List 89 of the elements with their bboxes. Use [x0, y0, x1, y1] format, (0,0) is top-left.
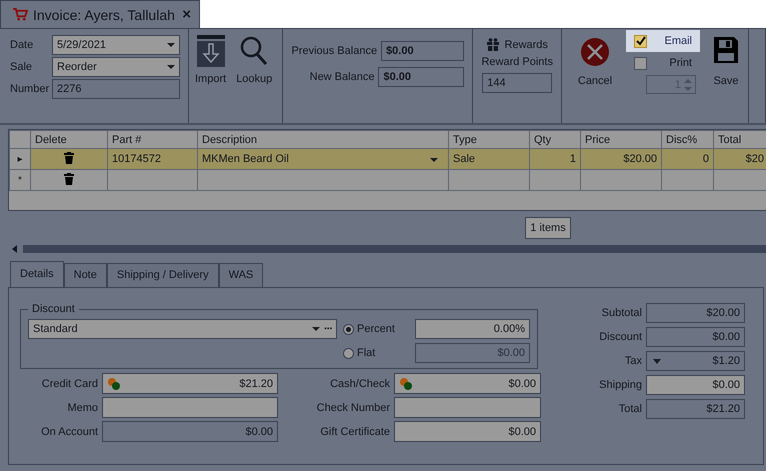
radio-button[interactable]: Percent: [343, 323, 409, 335]
dropdown-field[interactable]: 5/29/2021: [52, 35, 180, 55]
total-label: Tax: [624, 355, 642, 367]
item-count-button[interactable]: 1 items: [525, 216, 571, 238]
output-option[interactable]: Print: [626, 52, 700, 74]
input-field[interactable]: $0.00: [394, 421, 541, 442]
caret-icon: [430, 158, 438, 162]
input-field[interactable]: 2276: [52, 79, 180, 99]
rewards-label: Rewards: [504, 38, 548, 50]
column-header[interactable]: Part #: [108, 130, 198, 148]
reward-points-label: Reward Points: [481, 56, 553, 68]
field-label: Sale: [10, 61, 34, 73]
tab[interactable]: Note: [64, 263, 107, 287]
document-tab[interactable]: Invoice: Ayers, Tallulah ×: [0, 0, 200, 28]
total-label: Subtotal: [600, 307, 642, 319]
discount-dropdown[interactable]: Standard ···: [28, 319, 337, 339]
description-dropdown[interactable]: MKMen Beard Oil: [198, 148, 448, 170]
input-field[interactable]: $21.20: [102, 373, 278, 394]
close-button[interactable]: ×: [182, 6, 191, 23]
field-label: Memo: [66, 402, 98, 414]
table-cell: $20.00: [580, 148, 662, 170]
delete-cell[interactable]: [30, 170, 108, 190]
column-header[interactable]: Type: [448, 130, 530, 148]
total-label: Shipping: [598, 379, 642, 391]
field-label: Gift Certificate: [319, 426, 390, 438]
import-icon: [196, 35, 225, 67]
field-label: Credit Card: [40, 378, 98, 390]
tab[interactable]: WAS: [218, 263, 264, 287]
total-field: $20.00: [646, 303, 745, 323]
radio-button[interactable]: Flat: [343, 347, 409, 359]
search-icon: [239, 35, 270, 67]
input-field[interactable]: [394, 397, 541, 418]
new-row-indicator: *: [10, 170, 30, 190]
checkbox[interactable]: [634, 56, 647, 70]
total-field[interactable]: $0.00: [646, 375, 745, 395]
table-cell: 0: [662, 148, 714, 170]
table-cell: 1: [530, 148, 580, 170]
tab-title: Invoice: Ayers, Tallulah: [33, 6, 176, 22]
table-cell: 10174572: [108, 148, 198, 170]
table-cell: $20: [714, 148, 766, 170]
input-field[interactable]: [102, 397, 278, 418]
input-field[interactable]: $0.00: [394, 373, 541, 394]
total-field: $0.00: [646, 327, 745, 347]
horizontal-scrollbar[interactable]: [12, 244, 766, 254]
save-icon: [714, 37, 738, 63]
tab[interactable]: Details: [10, 261, 64, 287]
cart-icon: [13, 8, 28, 21]
input-field[interactable]: 0.00%: [415, 319, 530, 339]
field-label: Cash/Check: [329, 378, 390, 390]
field-label: Date: [10, 39, 34, 51]
total-label: Discount: [598, 331, 642, 343]
column-header[interactable]: Description: [198, 130, 448, 148]
input-field[interactable]: $0.00: [102, 421, 278, 442]
checkbox[interactable]: [634, 34, 647, 48]
field-label: Check Number: [316, 402, 390, 414]
field-label: On Account: [40, 426, 98, 438]
coins-icon: [107, 376, 121, 390]
table-cell: Sale: [448, 148, 530, 170]
output-option[interactable]: Email: [626, 30, 700, 52]
total-label: Total: [618, 403, 642, 415]
import-button[interactable]: Import: [195, 35, 226, 117]
reward-points-field: 144: [482, 73, 552, 93]
cancel-button[interactable]: Cancel: [570, 37, 620, 123]
coins-icon: [399, 376, 413, 390]
scroll-left-icon[interactable]: [12, 245, 17, 253]
tab[interactable]: Shipping / Delivery: [106, 263, 219, 287]
dropdown-field[interactable]: Reorder: [52, 57, 180, 77]
trash-icon: [64, 152, 74, 164]
caret-icon[interactable]: [653, 358, 661, 364]
gift-icon: [486, 38, 499, 51]
save-button[interactable]: Save: [704, 37, 748, 123]
caret-icon: [167, 65, 175, 69]
balance-label: New Balance: [310, 71, 374, 83]
field-label: Number: [10, 83, 50, 95]
total-field: $21.20: [646, 399, 745, 419]
caret-icon: [167, 43, 175, 47]
delete-cell[interactable]: [30, 148, 108, 170]
balance-field: $0.00: [381, 41, 464, 61]
total-field: $1.20: [646, 351, 745, 371]
column-header[interactable]: Delete: [30, 130, 108, 148]
group-label: Discount: [31, 303, 76, 315]
cancel-icon: [580, 37, 610, 67]
column-header[interactable]: Price: [580, 130, 662, 148]
balance-field: $0.00: [378, 67, 464, 87]
lookup-button[interactable]: Lookup: [236, 35, 272, 117]
balance-label: Previous Balance: [291, 45, 378, 57]
caret-icon: [312, 327, 320, 331]
checkmark-icon: [636, 36, 646, 46]
trash-icon: [64, 172, 74, 184]
